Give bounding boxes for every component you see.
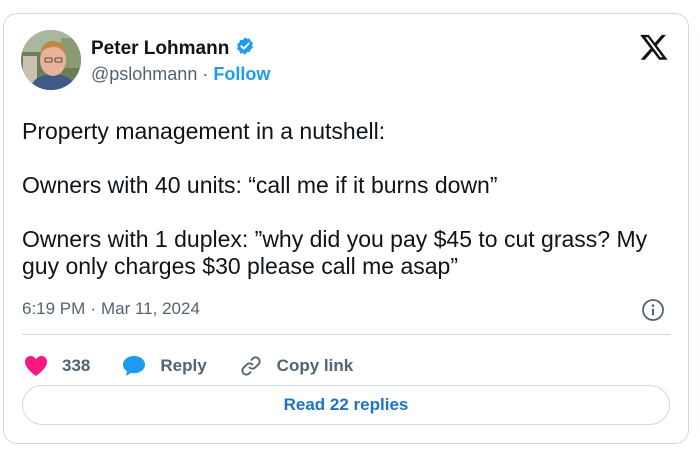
tweet-time: 6:19 PM — [22, 299, 86, 318]
tweet-line: Owners with 40 units: “call me if it bur… — [22, 172, 498, 198]
like-button[interactable]: 338 — [24, 355, 90, 377]
avatar[interactable] — [21, 30, 81, 90]
verified-badge-icon — [235, 36, 255, 62]
tweet-card: Peter Lohmann @pslohmann · Follow Proper… — [3, 13, 689, 444]
reply-bubble-icon — [122, 355, 146, 377]
x-logo-icon[interactable] — [639, 32, 669, 62]
copy-link-label: Copy link — [276, 356, 354, 375]
divider — [22, 334, 670, 335]
link-icon — [239, 354, 263, 378]
heart-icon — [24, 355, 48, 377]
read-replies-button[interactable]: Read 22 replies — [22, 385, 670, 425]
likes-count: 338 — [62, 356, 91, 375]
action-bar: 338 Reply Copy link — [24, 348, 385, 384]
tweet-date: Mar 11, 2024 — [100, 299, 200, 318]
author-name-row: Peter Lohmann — [91, 36, 255, 62]
info-icon[interactable] — [641, 298, 665, 322]
timestamp-separator: · — [90, 299, 96, 318]
read-replies-label: Read 22 replies — [283, 395, 409, 414]
tweet-line: Property management in a nutshell: — [22, 118, 386, 144]
reply-button[interactable]: Reply — [122, 355, 207, 377]
handle-separator: · — [202, 64, 209, 84]
copy-link-button[interactable]: Copy link — [239, 354, 354, 378]
author-name[interactable]: Peter Lohmann — [91, 38, 229, 60]
handle-row: @pslohmann · Follow — [91, 64, 270, 85]
tweet-text: Property management in a nutshell: Owner… — [22, 118, 672, 280]
tweet-line: Owners with 1 duplex: ”why did you pay $… — [22, 226, 648, 279]
tweet-timestamp[interactable]: 6:19 PM · Mar 11, 2024 — [22, 299, 200, 319]
follow-button[interactable]: Follow — [213, 64, 270, 85]
author-handle[interactable]: @pslohmann — [91, 64, 197, 85]
reply-label: Reply — [160, 356, 207, 375]
